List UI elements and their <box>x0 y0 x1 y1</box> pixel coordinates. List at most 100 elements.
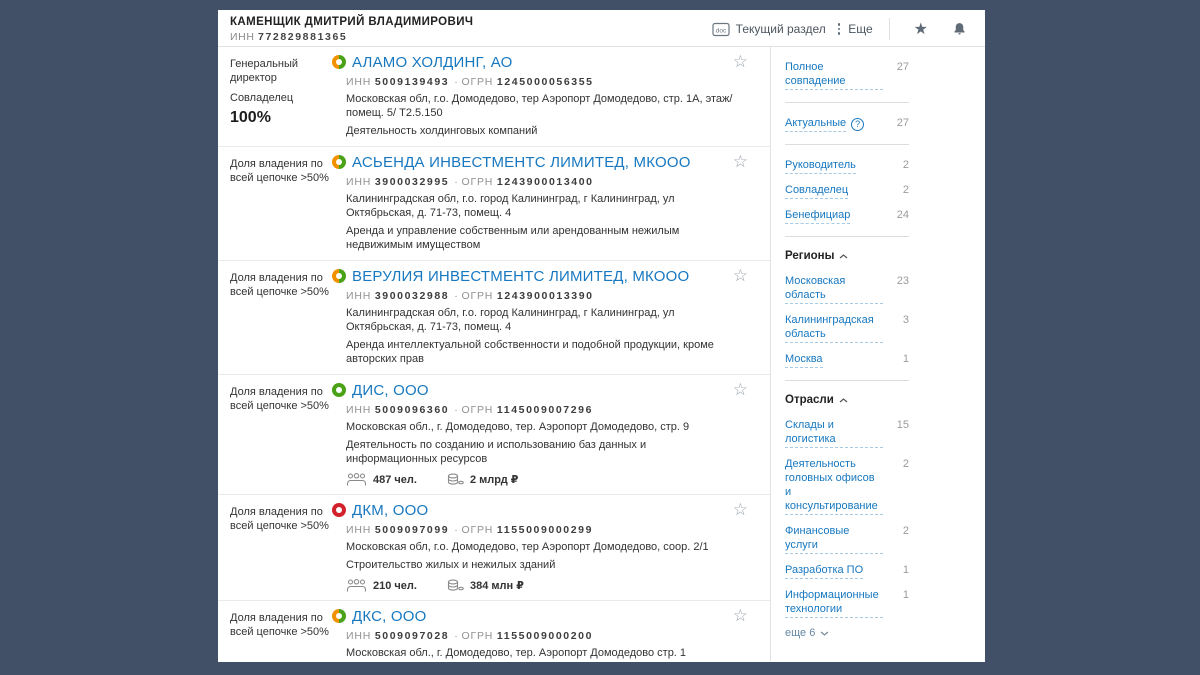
chevron-up-icon <box>839 254 848 259</box>
filter-link[interactable]: Информационные технологии <box>785 588 883 618</box>
inn-label: ИНН <box>346 76 371 88</box>
regions-section-header[interactable]: Регионы <box>785 250 909 262</box>
filter-link[interactable]: Разработка ПО <box>785 563 863 579</box>
filter-row: Склады и логистика 15 <box>785 418 909 448</box>
more-button[interactable]: Еще <box>836 22 873 36</box>
ownership-share: 100% <box>230 111 332 125</box>
ogrn-value: 1155009000299 <box>497 524 593 536</box>
ogrn-value: 1155009000200 <box>497 630 593 642</box>
company-row: Доля владения по всей цепочке >50% ВЕРУЛ… <box>218 261 770 375</box>
company-status-icon <box>332 383 346 397</box>
staff-stat: 487 чел. <box>346 473 417 486</box>
more-label: Еще <box>848 22 872 36</box>
filter-link[interactable]: Московская область <box>785 274 883 304</box>
company-row: Генеральный директорСовладелец100% АЛАМО… <box>218 47 770 147</box>
filter-link[interactable]: Москва <box>785 352 823 368</box>
company-codes: ИНН 3900032995·ОГРН 1243900013400 <box>346 176 736 188</box>
filter-count: 3 <box>903 313 909 326</box>
ogrn-label: ОГРН <box>462 404 494 416</box>
filter-count: 1 <box>903 588 909 601</box>
company-stats: 210 чел. 384 млн ₽ <box>346 579 736 592</box>
ogrn-label: ОГРН <box>462 290 494 302</box>
inn-value: 5009097028 <box>375 630 449 642</box>
filter-count: 2 <box>903 457 909 470</box>
dot-separator: · <box>454 524 458 536</box>
company-codes: ИНН 5009096360·ОГРН 1145009007296 <box>346 404 736 416</box>
company-codes: ИНН 5009097099 · ОГРН 1155009000299 <box>346 524 736 536</box>
role-filters: Руководитель 2 Совладелец 2 Бенефициар 2… <box>785 158 909 224</box>
filter-link[interactable]: Бенефициар <box>785 208 850 224</box>
staff-value: 210 чел. <box>373 580 417 592</box>
filter-link[interactable]: Финансовые услуги <box>785 524 883 554</box>
help-icon[interactable]: ? <box>851 118 864 131</box>
filter-link[interactable]: Совладелец <box>785 183 848 199</box>
favorite-star-icon[interactable]: ☆ <box>733 153 748 170</box>
employees-icon <box>346 473 367 486</box>
favorite-star-icon[interactable]: ☆ <box>733 381 748 398</box>
filter-link[interactable]: Склады и логистика <box>785 418 883 448</box>
regions-title: Регионы <box>785 250 834 262</box>
industries-section-header[interactable]: Отрасли <box>785 394 909 406</box>
filter-link[interactable]: Руководитель <box>785 158 856 174</box>
industries-title: Отрасли <box>785 394 834 406</box>
inn-value: 5009097099 <box>375 524 449 536</box>
filter-count: 2 <box>903 158 909 171</box>
company-roles: Доля владения по всей цепочке >50% <box>230 500 332 592</box>
company-name-link[interactable]: ВЕРУЛИЯ ИНВЕСТМЕНТС ЛИМИТЕД, МКООО <box>352 268 689 285</box>
favorite-star-icon[interactable]: ☆ <box>733 607 748 624</box>
filter-count: 24 <box>897 208 909 221</box>
company-name-link[interactable]: АЛАМО ХОЛДИНГ, АО <box>352 54 513 71</box>
header-toolbar: doc Текущий раздел Еще ★ <box>712 16 973 40</box>
ogrn-value: 1243900013390 <box>497 290 594 302</box>
company-codes: ИНН 3900032988·ОГРН 1243900013390 <box>346 290 736 302</box>
inn-value: 5009139493 <box>375 76 449 88</box>
filter-row: Финансовые услуги 2 <box>785 524 909 554</box>
inn-label: ИНН <box>346 524 371 536</box>
company-status-icon <box>332 155 346 169</box>
app-background: КАМЕНЩИК ДМИТРИЙ ВЛАДИМИРОВИЧ ИНН 772829… <box>0 0 1200 675</box>
favorites-star-icon[interactable]: ★ <box>906 19 936 39</box>
favorite-star-icon[interactable]: ☆ <box>733 53 748 70</box>
ogrn-label: ОГРН <box>462 630 494 642</box>
filters-sidebar: Полное совпадение 27 Актуальные ? 27 Рук… <box>770 47 985 661</box>
revenue-icon <box>447 579 464 592</box>
full-match-link[interactable]: Полное совпадение <box>785 60 883 90</box>
dot-separator: · <box>454 630 458 642</box>
company-activity: Строительство жилых и нежилых зданий <box>346 558 736 572</box>
ogrn-label: ОГРН <box>462 524 494 536</box>
inn-label: ИНН <box>346 630 371 642</box>
company-status-icon <box>332 269 346 283</box>
company-status-icon <box>332 55 346 69</box>
inn-value: 3900032988 <box>375 290 449 302</box>
dot-separator: · <box>454 176 458 188</box>
filter-link[interactable]: Деятельность головных офисов и консульти… <box>785 457 883 515</box>
person-block: КАМЕНЩИК ДМИТРИЙ ВЛАДИМИРОВИЧ ИНН 772829… <box>230 16 473 43</box>
toolbar-divider <box>889 18 890 40</box>
show-more-link[interactable]: еще 6 <box>785 627 909 639</box>
favorite-star-icon[interactable]: ☆ <box>733 501 748 518</box>
company-name-link[interactable]: ДИС, ООО <box>352 382 429 399</box>
person-inn: ИНН 772829881365 <box>230 31 473 43</box>
filter-count: 2 <box>903 183 909 196</box>
notifications-bell-icon[interactable] <box>946 22 973 37</box>
filter-link[interactable]: Калининградская область <box>785 313 883 343</box>
staff-stat: 210 чел. <box>346 579 417 592</box>
company-stats: 487 чел. 2 млрд ₽ <box>346 473 736 486</box>
favorite-star-icon[interactable]: ☆ <box>733 267 748 284</box>
company-name-link[interactable]: ДКМ, ООО <box>352 502 428 519</box>
company-roles: Доля владения по всей цепочке >50% <box>230 152 332 252</box>
content-panel: КАМЕНЩИК ДМИТРИЙ ВЛАДИМИРОВИЧ ИНН 772829… <box>218 10 985 662</box>
sidebar-divider <box>785 236 909 237</box>
actual-count: 27 <box>897 116 909 129</box>
company-name-link[interactable]: АСЬЕНДА ИНВЕСТМЕНТС ЛИМИТЕД, МКООО <box>352 154 691 171</box>
company-name-link[interactable]: ДКС, ООО <box>352 608 427 625</box>
inn-label: ИНН <box>230 31 255 43</box>
filter-count: 1 <box>903 352 909 365</box>
company-roles: Генеральный директорСовладелец100% <box>230 52 332 138</box>
company-row: Доля владения по всей цепочке >50% АСЬЕН… <box>218 147 770 261</box>
current-section-button[interactable]: doc Текущий раздел <box>712 22 826 37</box>
company-codes: ИНН 5009097028 · ОГРН 1155009000200 <box>346 630 736 642</box>
industry-filters: Склады и логистика 15 Деятельность голов… <box>785 418 909 618</box>
company-roles: Доля владения по всей цепочке >50% <box>230 380 332 486</box>
actual-link[interactable]: Актуальные <box>785 116 846 132</box>
